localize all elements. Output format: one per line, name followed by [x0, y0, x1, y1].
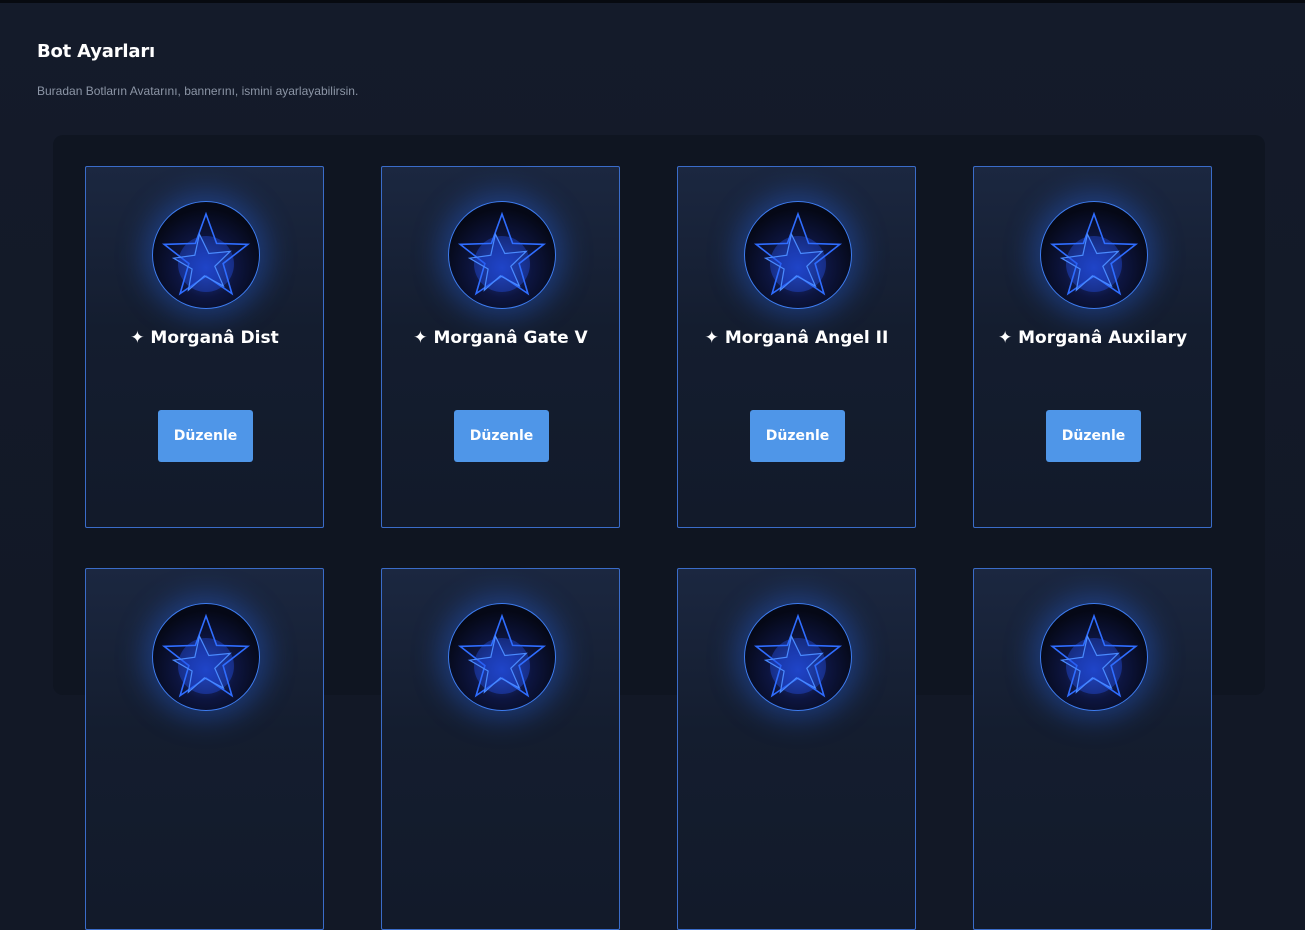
bot-card [973, 568, 1212, 930]
bot-list-panel: ✦ Morganâ Dist Düzenle ✦ Morganâ Gate V … [53, 135, 1265, 930]
bot-card [677, 568, 916, 930]
neon-star-icon [457, 211, 547, 296]
bot-name: ✦ Morganâ Angel II [704, 328, 889, 348]
bot-name: ✦ Morganâ Auxilary [997, 328, 1188, 348]
bot-avatar[interactable] [1040, 603, 1148, 711]
bot-avatar[interactable] [448, 603, 556, 711]
bot-settings-page: Bot Ayarları Buradan Botların Avatarını,… [0, 3, 1305, 930]
bot-avatar[interactable] [744, 603, 852, 711]
bot-name: ✦ Morganâ Dist [130, 328, 279, 348]
edit-button[interactable]: Düzenle [1046, 410, 1141, 462]
bot-card [381, 568, 620, 930]
neon-star-icon [1049, 211, 1139, 296]
bot-card: ✦ Morganâ Dist Düzenle [85, 166, 324, 528]
bot-card: ✦ Morganâ Angel II Düzenle [677, 166, 916, 528]
bot-avatar[interactable] [448, 201, 556, 309]
edit-button[interactable]: Düzenle [158, 410, 253, 462]
edit-button[interactable]: Düzenle [750, 410, 845, 462]
bot-avatar[interactable] [744, 201, 852, 309]
bot-name: ✦ Morganâ Gate V [413, 328, 588, 348]
bot-card: ✦ Morganâ Gate V Düzenle [381, 166, 620, 528]
neon-star-icon [1049, 613, 1139, 698]
neon-star-icon [457, 613, 547, 698]
bot-card [85, 568, 324, 930]
edit-button[interactable]: Düzenle [454, 410, 549, 462]
neon-star-icon [161, 211, 251, 296]
bot-avatar[interactable] [152, 201, 260, 309]
neon-star-icon [161, 613, 251, 698]
page-title: Bot Ayarları [37, 41, 155, 62]
page-subtitle: Buradan Botların Avatarını, bannerını, i… [37, 84, 359, 98]
bot-avatar[interactable] [152, 603, 260, 711]
bot-card: ✦ Morganâ Auxilary Düzenle [973, 166, 1212, 528]
bot-avatar[interactable] [1040, 201, 1148, 309]
neon-star-icon [753, 613, 843, 698]
neon-star-icon [753, 211, 843, 296]
